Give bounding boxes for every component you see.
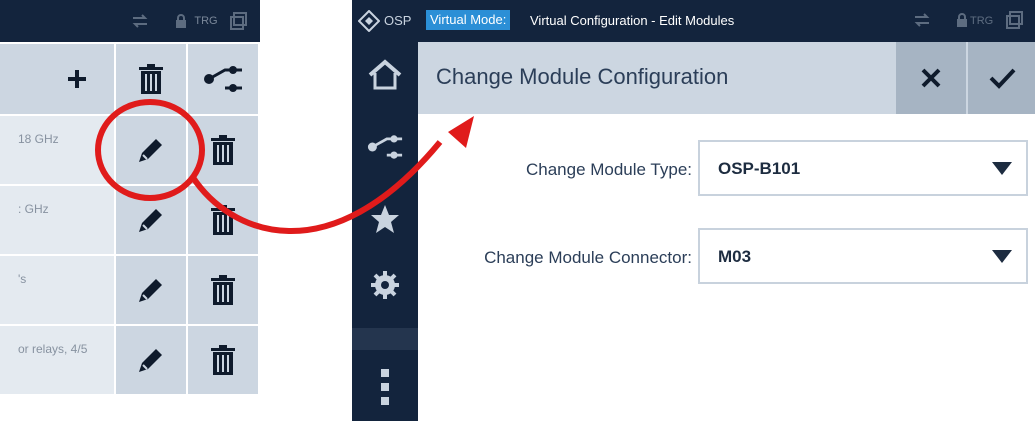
trash-icon xyxy=(211,135,235,165)
module-actions-row xyxy=(0,44,258,114)
add-module-button[interactable] xyxy=(0,44,114,114)
module-type-select[interactable]: OSP-B101 xyxy=(698,140,1028,196)
confirm-button[interactable] xyxy=(968,42,1035,114)
nav-more[interactable] xyxy=(352,354,418,420)
star-icon xyxy=(371,205,399,233)
edit-module-button[interactable] xyxy=(116,326,186,394)
trash-icon xyxy=(211,205,235,235)
nav-settings[interactable] xyxy=(352,252,418,318)
module-type-value: OSP-B101 xyxy=(718,159,801,178)
pencil-icon xyxy=(139,349,162,372)
module-type-label: Change Module Type: xyxy=(525,160,692,179)
swap-icon[interactable] xyxy=(125,0,155,42)
dialog-title: Change Module Configuration xyxy=(436,64,729,89)
trash-icon xyxy=(139,64,163,94)
edit-module-button[interactable] xyxy=(116,186,186,254)
more-icon xyxy=(381,369,389,405)
delete-module-button[interactable] xyxy=(188,326,258,394)
module-row[interactable]: 's xyxy=(0,256,258,324)
trash-icon xyxy=(211,345,235,375)
nav-favorites[interactable] xyxy=(352,186,418,252)
delete-module-button[interactable] xyxy=(188,186,258,254)
trg-lock-icon xyxy=(956,13,968,32)
nav-home[interactable] xyxy=(352,42,418,108)
arrowhead-icon xyxy=(448,116,474,148)
pencil-icon xyxy=(139,279,162,302)
trg-lock-icon xyxy=(170,0,192,42)
module-row-label: 's xyxy=(18,272,27,286)
rs-logo-icon xyxy=(357,9,381,37)
copy-icon[interactable] xyxy=(1006,11,1024,34)
close-icon xyxy=(921,68,941,88)
check-icon xyxy=(989,68,1015,89)
window-title: Virtual Configuration - Edit Modules xyxy=(530,13,735,28)
chevron-down-icon xyxy=(992,162,1012,175)
module-connector-select[interactable]: M03 xyxy=(698,228,1028,284)
module-row-label: : GHz xyxy=(18,202,49,216)
left-panel: TRG 18 GHz : GHz 's or relays, 4/5 xyxy=(0,0,260,421)
swap-icon[interactable] xyxy=(914,13,930,32)
pencil-icon xyxy=(139,139,162,162)
cancel-button[interactable] xyxy=(896,42,966,114)
module-row-label: or relays, 4/5 xyxy=(18,342,88,356)
nav-connections[interactable] xyxy=(352,114,418,180)
module-connector-value: M03 xyxy=(718,247,752,266)
brand-label: OSP xyxy=(384,13,412,28)
module-connector-label: Change Module Connector: xyxy=(484,248,692,267)
connection-icon xyxy=(367,135,403,159)
gear-icon xyxy=(371,271,399,299)
dialog-header: Change Module Configuration xyxy=(418,42,1035,114)
pencil-icon xyxy=(139,209,162,232)
delete-module-button[interactable] xyxy=(188,116,258,184)
trg-label: TRG xyxy=(194,15,218,27)
module-row[interactable]: : GHz xyxy=(0,186,258,254)
side-nav xyxy=(352,42,418,421)
edit-module-button[interactable] xyxy=(116,256,186,324)
left-toolbar: TRG xyxy=(0,0,260,42)
top-bar: OSP Virtual Mode: Virtual Configuration … xyxy=(352,0,1035,42)
connection-button[interactable] xyxy=(188,44,258,114)
connection-icon xyxy=(204,66,242,92)
delete-all-button[interactable] xyxy=(116,44,186,114)
trash-icon xyxy=(211,275,235,305)
nav-separator xyxy=(352,328,418,350)
chevron-down-icon xyxy=(992,250,1012,263)
edit-module-button[interactable] xyxy=(116,116,186,184)
module-row[interactable]: or relays, 4/5 xyxy=(0,326,258,394)
virtual-mode-badge: Virtual Mode: xyxy=(426,10,511,30)
trg-label: TRG xyxy=(970,15,994,27)
home-icon xyxy=(368,59,402,90)
copy-icon[interactable] xyxy=(222,0,256,42)
delete-module-button[interactable] xyxy=(188,256,258,324)
module-row-label: 18 GHz xyxy=(18,132,59,146)
module-row[interactable]: 18 GHz xyxy=(0,116,258,184)
